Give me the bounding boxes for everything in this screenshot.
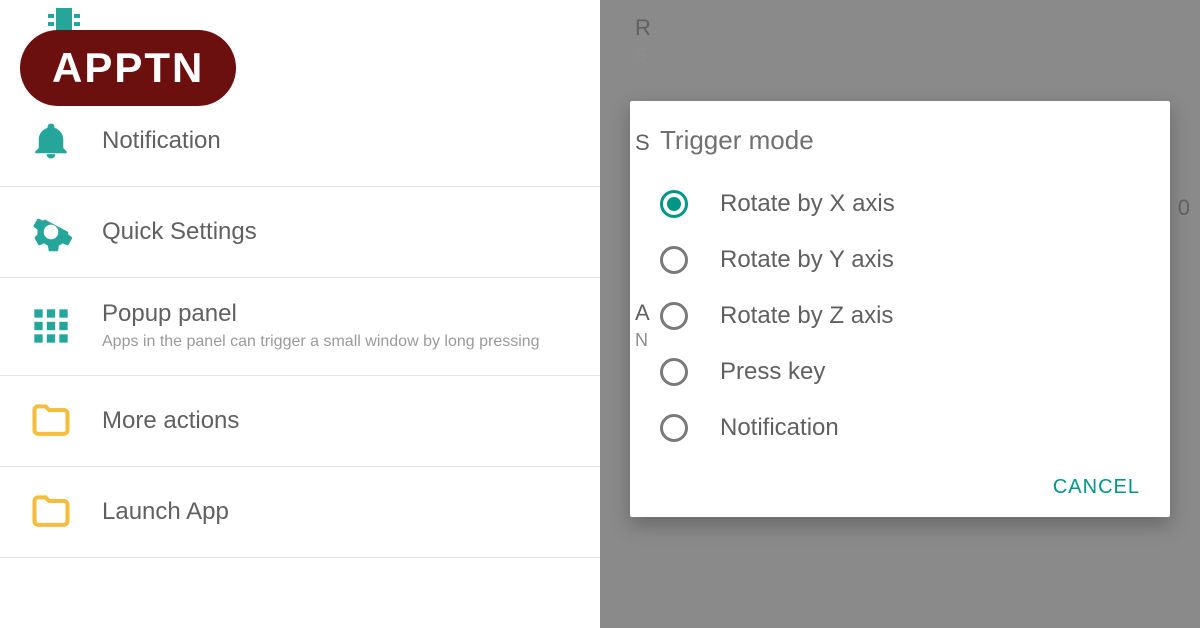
menu-title: Popup panel — [102, 300, 540, 328]
menu-title: More actions — [102, 407, 239, 435]
dialog-title: Trigger mode — [630, 125, 1170, 176]
menu-item-quick-settings[interactable]: Quick Settings — [0, 187, 600, 278]
radio-rotate-x[interactable]: Rotate by X axis — [630, 176, 1170, 232]
radio-press-key[interactable]: Press key — [630, 344, 1170, 400]
menu-title: Launch App — [102, 498, 229, 526]
gear-icon — [28, 209, 74, 255]
menu-item-more-actions[interactable]: More actions — [0, 376, 600, 467]
radio-icon — [660, 414, 688, 442]
bell-icon — [28, 118, 74, 164]
cancel-button[interactable]: CANCEL — [1053, 476, 1140, 499]
menu-title: Notification — [102, 127, 221, 155]
menu-title: Quick Settings — [102, 218, 257, 246]
radio-label: Rotate by Y axis — [720, 246, 894, 274]
right-panel: R S S A N 0 Trigger mode Rotate by X axi… — [600, 0, 1200, 628]
folder-icon — [28, 489, 74, 535]
bg-text: N — [635, 330, 648, 351]
bg-text: R — [635, 15, 651, 41]
bg-text: A — [635, 300, 650, 326]
dialog-actions: CANCEL — [630, 456, 1170, 499]
radio-icon — [660, 302, 688, 330]
trigger-mode-dialog: Trigger mode Rotate by X axis Rotate by … — [630, 101, 1170, 517]
radio-label: Rotate by X axis — [720, 190, 895, 218]
radio-label: Press key — [720, 358, 825, 386]
bg-text: S — [635, 45, 647, 66]
menu-subtitle: Apps in the panel can trigger a small wi… — [102, 332, 540, 353]
menu-item-notification[interactable]: Notification — [0, 96, 600, 187]
radio-label: Notification — [720, 414, 839, 442]
bg-text: 0 — [1178, 195, 1190, 221]
bg-text: S — [635, 130, 650, 156]
radio-icon — [660, 246, 688, 274]
left-panel: APPTN Notification Quick Settings — [0, 0, 600, 628]
radio-rotate-y[interactable]: Rotate by Y axis — [630, 232, 1170, 288]
folder-icon — [28, 398, 74, 444]
menu-item-launch-app[interactable]: Launch App — [0, 467, 600, 558]
radio-icon — [660, 190, 688, 218]
radio-icon — [660, 358, 688, 386]
radio-rotate-z[interactable]: Rotate by Z axis — [630, 288, 1170, 344]
radio-notification[interactable]: Notification — [630, 400, 1170, 456]
brand-badge: APPTN — [20, 30, 236, 106]
menu-item-popup-panel[interactable]: Popup panel Apps in the panel can trigge… — [0, 278, 600, 376]
radio-label: Rotate by Z axis — [720, 302, 893, 330]
grid-icon — [28, 303, 74, 349]
